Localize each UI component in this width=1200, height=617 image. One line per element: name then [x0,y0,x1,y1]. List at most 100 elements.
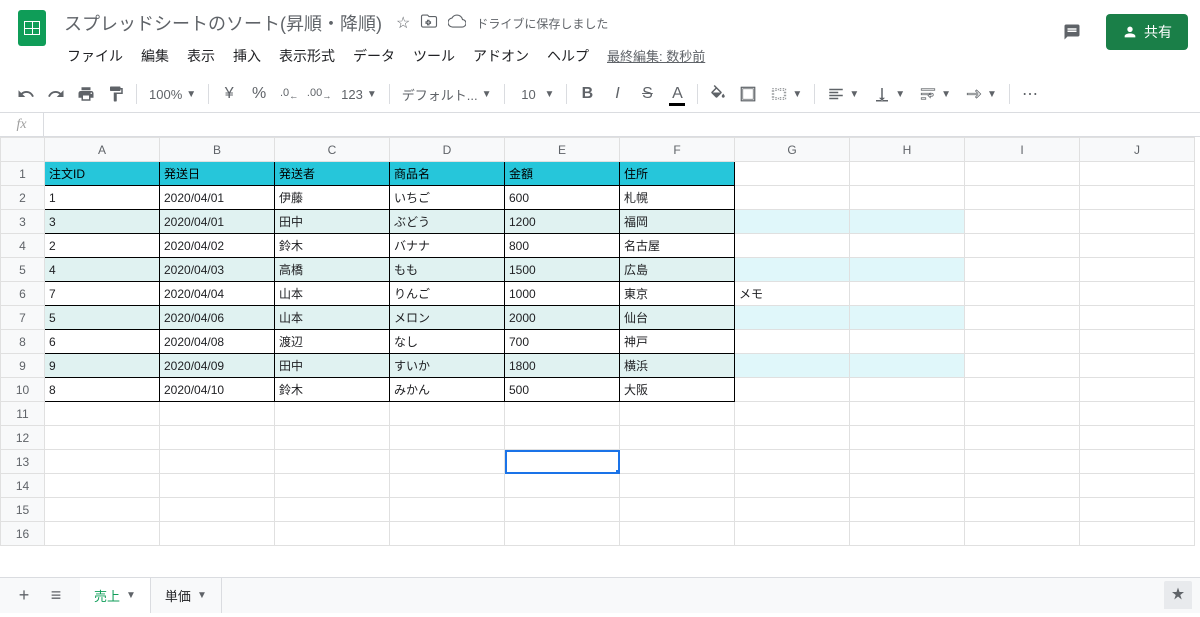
cell[interactable]: 田中 [275,210,390,234]
row-header[interactable]: 16 [1,522,45,546]
cell[interactable] [965,210,1080,234]
cell[interactable] [505,522,620,546]
menu-item[interactable]: 挿入 [226,42,268,70]
cell[interactable]: 商品名 [390,162,505,186]
cell[interactable] [620,450,735,474]
cell[interactable]: 田中 [275,354,390,378]
cell[interactable] [850,258,965,282]
cell[interactable] [505,426,620,450]
column-header[interactable]: E [505,138,620,162]
cell[interactable]: 横浜 [620,354,735,378]
cell[interactable] [850,474,965,498]
cell[interactable]: 1200 [505,210,620,234]
sheets-logo[interactable] [12,8,52,48]
paint-format-button[interactable] [102,80,130,108]
move-icon[interactable] [420,12,438,35]
column-header[interactable]: G [735,138,850,162]
undo-button[interactable] [12,80,40,108]
cell[interactable] [735,210,850,234]
row-header[interactable]: 13 [1,450,45,474]
sheet-tab[interactable]: 単価▼ [151,578,222,613]
cell[interactable] [850,282,965,306]
cell[interactable] [505,402,620,426]
cell[interactable] [735,522,850,546]
cell[interactable] [620,402,735,426]
document-title[interactable]: スプレッドシートのソート(昇順・降順) [60,8,386,38]
cell[interactable]: 山本 [275,282,390,306]
formula-input[interactable] [44,113,1200,136]
cell[interactable]: 8 [45,378,160,402]
cell[interactable] [850,354,965,378]
cell[interactable]: 800 [505,234,620,258]
cell[interactable]: 600 [505,186,620,210]
menu-item[interactable]: ファイル [60,42,130,70]
cell[interactable] [160,474,275,498]
cell[interactable]: 伊藤 [275,186,390,210]
column-header[interactable]: C [275,138,390,162]
zoom-select[interactable]: 100%▼ [143,83,202,106]
cell[interactable] [1080,258,1195,282]
row-header[interactable]: 3 [1,210,45,234]
cell[interactable]: 6 [45,330,160,354]
all-sheets-button[interactable]: ≡ [40,580,72,612]
cell[interactable] [735,354,850,378]
sheet-tab[interactable]: 売上▼ [80,578,151,613]
cell[interactable]: 3 [45,210,160,234]
cell[interactable]: 2000 [505,306,620,330]
cell[interactable] [850,450,965,474]
borders-button[interactable] [734,80,762,108]
cell[interactable]: すいか [390,354,505,378]
cell[interactable] [390,402,505,426]
cell[interactable] [1080,210,1195,234]
print-button[interactable] [72,80,100,108]
cell[interactable]: 鈴木 [275,234,390,258]
cell[interactable] [390,522,505,546]
cell[interactable] [1080,402,1195,426]
cell[interactable] [735,498,850,522]
column-header[interactable]: J [1080,138,1195,162]
cell[interactable] [735,306,850,330]
text-rotation-button[interactable]: ▼ [959,81,1003,107]
row-header[interactable]: 1 [1,162,45,186]
cell[interactable]: 福岡 [620,210,735,234]
column-header[interactable]: H [850,138,965,162]
cell[interactable] [850,498,965,522]
cell[interactable]: メロン [390,306,505,330]
cell[interactable]: 1000 [505,282,620,306]
cell[interactable] [160,498,275,522]
share-button[interactable]: 共有 [1106,14,1188,50]
menu-item[interactable]: 表示 [180,42,222,70]
cell[interactable] [505,498,620,522]
cell[interactable] [850,426,965,450]
cell[interactable]: 7 [45,282,160,306]
cell[interactable]: 仙台 [620,306,735,330]
row-header[interactable]: 9 [1,354,45,378]
cell[interactable] [1080,330,1195,354]
row-header[interactable]: 14 [1,474,45,498]
row-header[interactable]: 8 [1,330,45,354]
cell[interactable] [965,378,1080,402]
cell[interactable] [735,258,850,282]
menu-item[interactable]: ツール [406,42,462,70]
cell[interactable] [390,474,505,498]
menu-item[interactable]: アドオン [466,42,536,70]
cell[interactable] [735,162,850,186]
cell[interactable]: 2020/04/09 [160,354,275,378]
cell[interactable] [735,330,850,354]
cell[interactable]: 1 [45,186,160,210]
explore-button[interactable] [1164,581,1192,609]
cell[interactable] [850,522,965,546]
cell[interactable] [965,282,1080,306]
cell[interactable] [620,474,735,498]
cell[interactable]: 広島 [620,258,735,282]
cell[interactable]: 500 [505,378,620,402]
cell[interactable]: 山本 [275,306,390,330]
comments-button[interactable] [1054,14,1090,50]
cell[interactable] [620,522,735,546]
currency-button[interactable]: ¥ [215,80,243,108]
cell[interactable] [45,402,160,426]
cell[interactable] [1080,474,1195,498]
cell[interactable] [620,426,735,450]
row-header[interactable]: 5 [1,258,45,282]
percent-button[interactable]: % [245,80,273,108]
